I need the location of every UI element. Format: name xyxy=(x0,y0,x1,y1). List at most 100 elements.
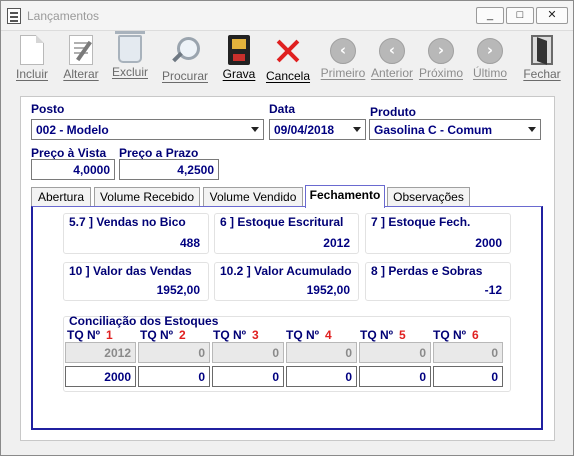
produto-value: Gasolina C - Comum xyxy=(374,123,493,137)
exit-door-icon xyxy=(531,35,553,65)
preco-vista-label: Preço à Vista xyxy=(31,146,107,160)
perdas-sobras-box: 8 ] Perdas e Sobras -12 xyxy=(365,262,511,301)
data-value: 09/04/2018 xyxy=(274,123,335,137)
tank-header-1: TQ Nº 1 xyxy=(67,328,113,342)
tab-volume-vendido[interactable]: Volume Vendido xyxy=(203,187,303,207)
grava-button[interactable]: Grava xyxy=(214,33,264,87)
search-icon xyxy=(169,35,201,67)
chevron-down-icon[interactable] xyxy=(248,121,262,138)
tab-volume-recebido[interactable]: Volume Recebido xyxy=(94,187,200,207)
last-arrow-icon: › xyxy=(477,38,503,64)
vendas-bico-label: 5.7 ] Vendas no Bico xyxy=(69,215,186,229)
fechar-button[interactable]: Fechar xyxy=(517,33,567,87)
title-bar[interactable]: Lançamentos _ □ ✕ xyxy=(1,1,573,31)
new-document-icon xyxy=(20,35,44,65)
excluir-button[interactable]: Excluir xyxy=(105,31,155,87)
lancamentos-window: Lançamentos _ □ ✕ Incluir Alterar Exclui… xyxy=(0,0,574,456)
valor-vendas-box: 10 ] Valor das Vendas 1952,00 xyxy=(63,262,209,301)
valor-acumulado-value: 1952,00 xyxy=(306,283,350,297)
tank-5-fisico-input[interactable]: 0 xyxy=(359,366,431,387)
vendas-bico-box: 5.7 ] Vendas no Bico 488 xyxy=(63,213,209,254)
proximo-label: Próximo xyxy=(418,66,463,80)
preco-vista-input[interactable]: 4,0000 xyxy=(31,159,115,180)
valor-acumulado-box: 10.2 ] Valor Acumulado 1952,00 xyxy=(214,262,359,301)
primeiro-button[interactable]: ‹ Primeiro xyxy=(318,33,368,87)
valor-vendas-label: 10 ] Valor das Vendas xyxy=(69,264,192,278)
perdas-sobras-value: -12 xyxy=(484,283,502,297)
estoque-escritural-value: 2012 xyxy=(323,236,350,250)
anterior-label: Anterior xyxy=(370,66,414,80)
tank-1-fisico-input[interactable]: 2000 xyxy=(65,366,136,387)
tank-3-escritural: 0 xyxy=(212,342,284,363)
toolbar: Incluir Alterar Excluir Procurar Grava C… xyxy=(1,31,573,87)
tank-1-escritural: 2012 xyxy=(65,342,136,363)
app-icon xyxy=(7,8,21,24)
chevron-down-icon[interactable] xyxy=(350,121,364,138)
procurar-button[interactable]: Procurar xyxy=(160,33,210,87)
tank-6-fisico-input[interactable]: 0 xyxy=(433,366,503,387)
alterar-button[interactable]: Alterar xyxy=(56,33,106,87)
cancel-x-icon xyxy=(272,35,304,67)
tank-3-fisico-input[interactable]: 0 xyxy=(212,366,284,387)
first-arrow-icon: ‹ xyxy=(330,38,356,64)
excluir-label: Excluir xyxy=(111,65,148,79)
tab-observacoes[interactable]: Observações xyxy=(387,187,470,207)
posto-label: Posto xyxy=(31,102,65,116)
tank-4-escritural: 0 xyxy=(286,342,357,363)
incluir-label: Incluir xyxy=(15,67,48,81)
preco-prazo-input[interactable]: 4,2500 xyxy=(119,159,219,180)
data-label: Data xyxy=(269,102,296,116)
estoque-fech-value: 2000 xyxy=(475,236,502,250)
data-field[interactable]: 09/04/2018 xyxy=(269,119,366,140)
preco-prazo-label: Preço a Prazo xyxy=(119,146,199,160)
perdas-sobras-label: 8 ] Perdas e Sobras xyxy=(371,264,483,278)
posto-select[interactable]: 002 - Modelo xyxy=(31,119,264,140)
tab-strip: Abertura Volume Recebido Volume Vendido … xyxy=(31,185,541,208)
next-arrow-icon: › xyxy=(428,38,454,64)
produto-label: Produto xyxy=(370,105,416,119)
tank-header-4: TQ Nº 4 xyxy=(286,328,332,342)
valor-acumulado-label: 10.2 ] Valor Acumulado xyxy=(220,264,352,278)
window-title: Lançamentos xyxy=(27,9,100,23)
previous-arrow-icon: ‹ xyxy=(379,38,405,64)
ultimo-button[interactable]: › Último xyxy=(465,33,515,87)
primeiro-label: Primeiro xyxy=(320,66,366,80)
tab-abertura[interactable]: Abertura xyxy=(31,187,91,207)
edit-document-icon xyxy=(69,35,93,65)
proximo-button[interactable]: › Próximo xyxy=(416,33,466,87)
tank-6-escritural: 0 xyxy=(433,342,503,363)
trash-icon xyxy=(115,31,145,63)
cancela-button[interactable]: Cancela xyxy=(263,33,313,87)
estoque-escritural-box: 6 ] Estoque Escritural 2012 xyxy=(214,213,359,254)
fechar-label: Fechar xyxy=(523,67,561,81)
alterar-label: Alterar xyxy=(63,67,99,81)
tank-2-escritural: 0 xyxy=(138,342,210,363)
anterior-button[interactable]: ‹ Anterior xyxy=(367,33,417,87)
cancela-label: Cancela xyxy=(265,69,311,83)
incluir-button[interactable]: Incluir xyxy=(7,33,57,87)
tank-header-2: TQ Nº 2 xyxy=(140,328,186,342)
close-button[interactable]: ✕ xyxy=(536,7,568,24)
tank-2-fisico-input[interactable]: 0 xyxy=(138,366,210,387)
tank-header-5: TQ Nº 5 xyxy=(360,328,406,342)
maximize-button[interactable]: □ xyxy=(506,7,534,24)
estoque-escritural-label: 6 ] Estoque Escritural xyxy=(220,215,344,229)
tank-header-3: TQ Nº 3 xyxy=(213,328,259,342)
minimize-button[interactable]: _ xyxy=(476,7,504,24)
ultimo-label: Último xyxy=(472,66,507,80)
posto-value: 002 - Modelo xyxy=(36,123,109,137)
estoque-fech-label: 7 ] Estoque Fech. xyxy=(371,215,471,229)
tank-4-fisico-input[interactable]: 0 xyxy=(286,366,357,387)
procurar-label: Procurar xyxy=(161,69,208,83)
tank-5-escritural: 0 xyxy=(359,342,431,363)
estoque-fech-box: 7 ] Estoque Fech. 2000 xyxy=(365,213,511,254)
tab-fechamento[interactable]: Fechamento xyxy=(305,185,385,208)
conciliacao-label: Conciliação dos Estoques xyxy=(69,314,219,328)
vendas-bico-value: 488 xyxy=(179,236,200,250)
save-disk-icon xyxy=(228,35,250,65)
grava-label: Grava xyxy=(222,67,256,81)
produto-select[interactable]: Gasolina C - Comum xyxy=(369,119,541,140)
chevron-down-icon[interactable] xyxy=(525,121,539,138)
valor-vendas-value: 1952,00 xyxy=(156,283,200,297)
tank-header-6: TQ Nº 6 xyxy=(433,328,479,342)
